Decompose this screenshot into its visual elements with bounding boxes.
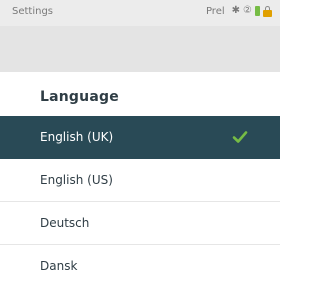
language-list: English (UK) English (US) Deutsch Dansk [0, 116, 280, 288]
status-bar-title: Settings [12, 6, 54, 17]
language-label: English (UK) [40, 130, 114, 144]
section-title: Language [40, 89, 119, 105]
language-label: Dansk [40, 259, 78, 273]
language-option-english-uk[interactable]: English (UK) [0, 116, 280, 159]
language-option-deutsch[interactable]: Deutsch [0, 202, 280, 245]
language-label: Deutsch [40, 216, 90, 230]
language-label: English (US) [40, 173, 113, 187]
header-band [0, 26, 280, 72]
lock-icon [263, 5, 272, 17]
battery-icon [255, 6, 260, 16]
circled-2-icon: ② [243, 5, 252, 16]
settings-screen: Settings Prel ✱ ② Language English (UK) … [0, 0, 280, 298]
status-bar: Settings Prel ✱ ② [0, 0, 280, 26]
language-option-dansk[interactable]: Dansk [0, 245, 280, 288]
status-indicators: Prel ✱ ② [206, 5, 272, 17]
bluetooth-icon: ✱ [231, 5, 241, 16]
language-option-english-us[interactable]: English (US) [0, 159, 280, 202]
checkmark-icon [232, 131, 248, 143]
status-text: Prel [205, 5, 225, 17]
